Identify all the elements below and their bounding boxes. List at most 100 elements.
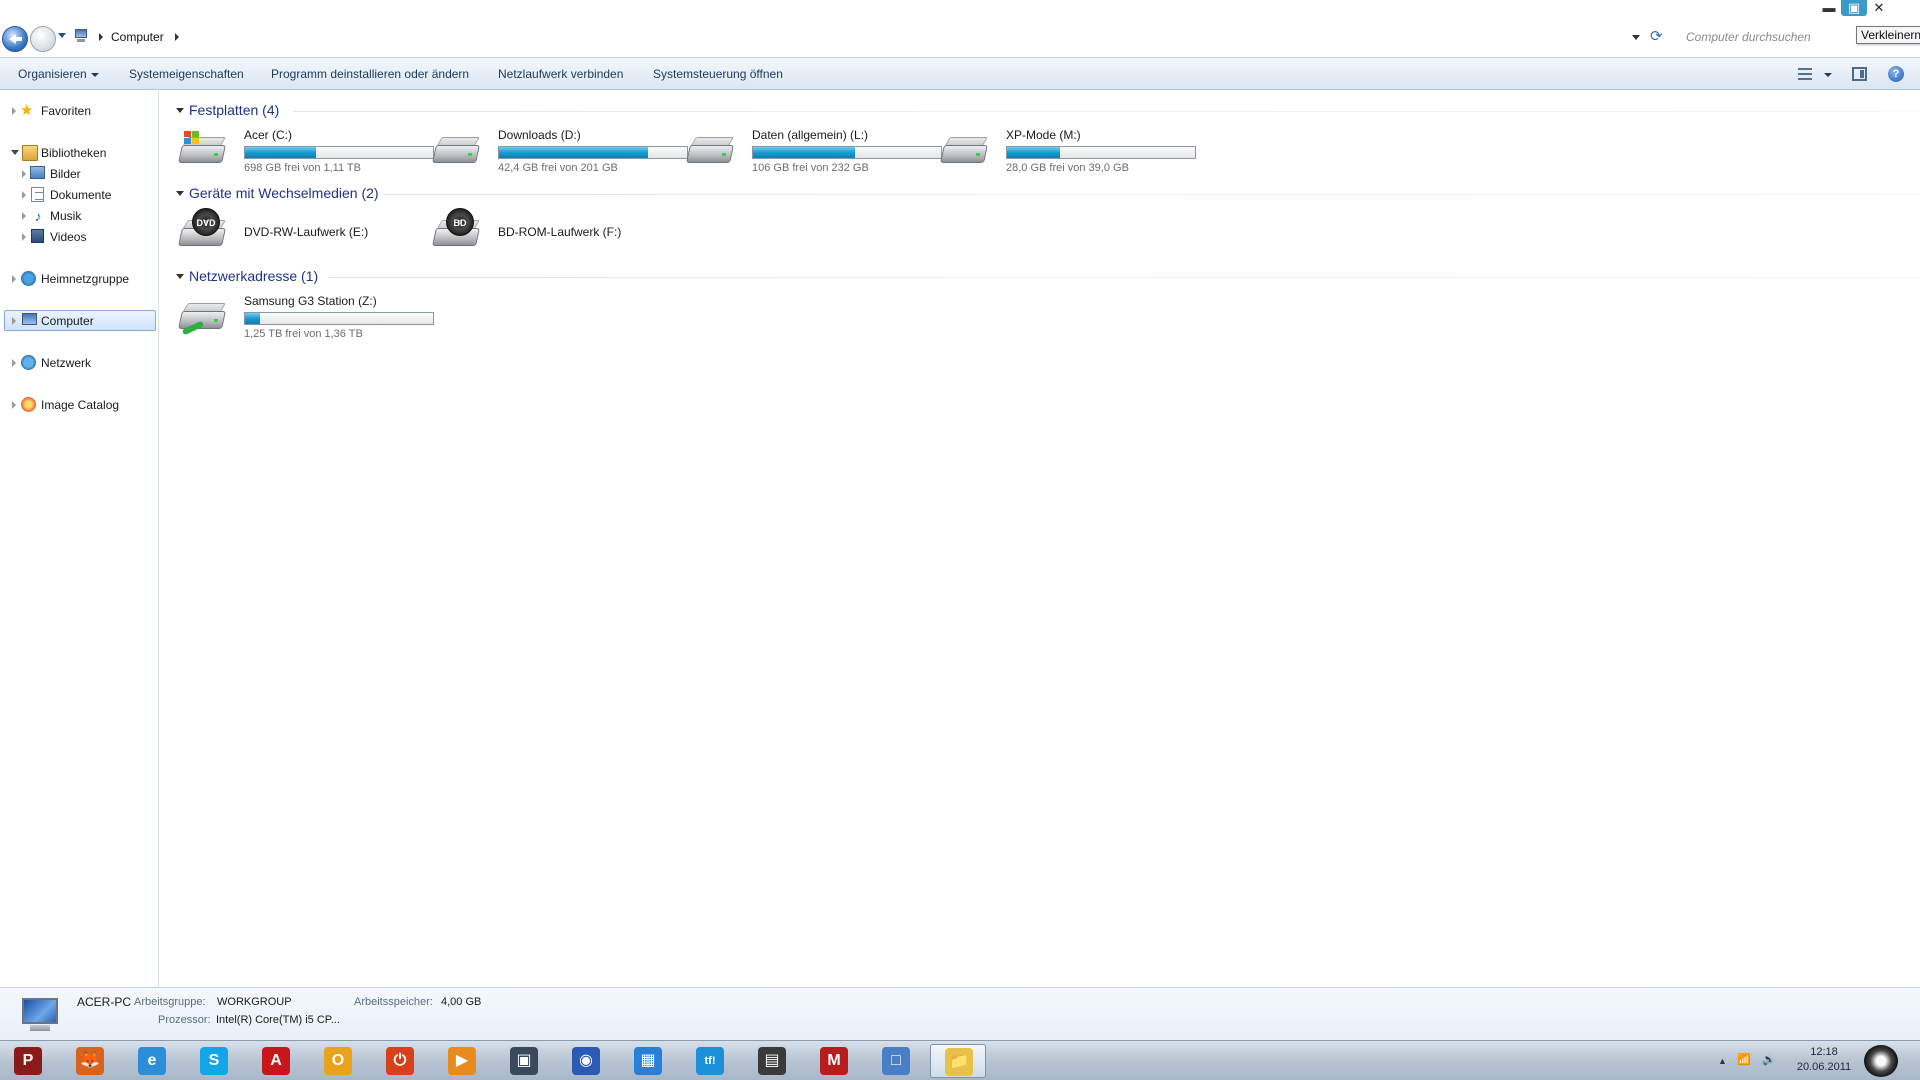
group-title: Netzwerkadresse (1) [189, 268, 319, 284]
recent-pages-dropdown[interactable] [58, 33, 66, 38]
drive-usage-bar [498, 146, 688, 159]
computer-icon [18, 996, 62, 1034]
minimize-button[interactable]: ▬ [1816, 0, 1842, 16]
avira-app[interactable]: A [248, 1044, 304, 1078]
change-view-icon[interactable] [1798, 68, 1812, 80]
drive-c[interactable]: Acer (C:) 698 GB frei von 1,11 TB [174, 123, 434, 179]
network-signal-icon[interactable]: 📶 [1737, 1053, 1751, 1066]
group-header-removable[interactable]: Geräte mit Wechselmedien (2) [168, 183, 1920, 203]
expand-arrow-icon[interactable] [12, 275, 16, 283]
sidebar-item-videos[interactable]: Videos [18, 227, 153, 247]
memory-label: Arbeitsspeicher: [354, 996, 433, 1008]
sidebar-item-bilder[interactable]: Bilder [18, 164, 153, 184]
drive-d[interactable]: Downloads (D:) 42,4 GB frei von 201 GB [428, 123, 688, 179]
system-properties-button[interactable]: Systemeigenschaften [129, 67, 244, 81]
monitor-app[interactable]: ▣ [496, 1044, 552, 1078]
expand-arrow-icon[interactable] [22, 233, 26, 241]
expand-arrow-icon[interactable] [12, 317, 16, 325]
forward-button[interactable] [30, 26, 56, 52]
organize-button[interactable]: Organisieren [18, 67, 87, 81]
pictures-icon [30, 166, 45, 179]
workgroup-value: WORKGROUP [217, 996, 292, 1008]
expand-arrow-icon[interactable] [22, 191, 26, 199]
open-control-panel-button[interactable]: Systemsteuerung öffnen [653, 67, 783, 81]
refresh-icon[interactable]: ⟳ [1650, 29, 1663, 44]
outlook-app[interactable]: O [310, 1044, 366, 1078]
firefox-app[interactable]: 🦊 [62, 1044, 118, 1078]
group-header-network[interactable]: Netzwerkadresse (1) [168, 266, 1920, 286]
drive-name: Daten (allgemein) (L:) [752, 128, 869, 142]
restore-tooltip: Verkleinern [1856, 26, 1920, 44]
close-button[interactable]: ✕ [1866, 0, 1892, 16]
organize-dropdown-icon[interactable] [91, 73, 99, 77]
outlook-icon: O [324, 1047, 352, 1075]
back-button[interactable] [2, 26, 28, 52]
breadcrumb-computer[interactable]: Computer [111, 30, 164, 44]
drive-z-network[interactable]: Samsung G3 Station (Z:) 1,25 TB frei von… [174, 289, 434, 345]
memory-value: 4,00 GB [441, 996, 482, 1008]
collapse-arrow-icon[interactable] [176, 191, 184, 196]
sidebar-item-label: Bilder [50, 167, 81, 181]
group-header-hard-drives[interactable]: Festplatten (4) [168, 100, 1920, 120]
sidebar-item-dokumente[interactable]: Dokumente [18, 185, 153, 205]
collapse-arrow-icon[interactable] [11, 150, 19, 155]
map-network-drive-button[interactable]: Netzlaufwerk verbinden [498, 67, 623, 81]
address-dropdown-icon[interactable] [1632, 35, 1640, 40]
volume-icon[interactable]: 🔊 [1762, 1053, 1776, 1066]
search-input[interactable]: Computer durchsuchen [1680, 26, 1864, 48]
tf-app[interactable]: tf! [682, 1044, 738, 1078]
tray-expand-icon[interactable]: ▲ [1718, 1056, 1727, 1066]
explorer-app[interactable]: 📁 [930, 1044, 986, 1078]
network-icon [21, 355, 36, 370]
show-desktop-button[interactable] [1862, 1043, 1902, 1079]
internet-explorer-app[interactable]: e [124, 1044, 180, 1078]
film-app[interactable]: ▤ [744, 1044, 800, 1078]
expand-arrow-icon[interactable] [12, 359, 16, 367]
cpu-label: Prozessor: [158, 1014, 211, 1026]
sidebar-item-musik[interactable]: ♪ Musik [18, 206, 153, 226]
sidebar-item-heimnetzgruppe[interactable]: Heimnetzgruppe [8, 269, 153, 289]
collapse-arrow-icon[interactable] [176, 108, 184, 113]
expand-arrow-icon[interactable] [12, 107, 16, 115]
explorer-icon: 📁 [945, 1048, 973, 1076]
drive-l[interactable]: Daten (allgemein) (L:) 106 GB frei von 2… [682, 123, 942, 179]
porsche-app[interactable]: P [0, 1044, 56, 1078]
drive-f-bd[interactable]: BD BD-ROM-Laufwerk (F:) [428, 206, 678, 262]
network-app[interactable]: ◉ [558, 1044, 614, 1078]
uninstall-program-button[interactable]: Programm deinstallieren oder ändern [271, 67, 469, 81]
malwarebytes-app[interactable]: M [806, 1044, 862, 1078]
clock-time: 12:18 [1810, 1046, 1838, 1058]
avira-icon: A [262, 1047, 290, 1075]
skype-app[interactable]: S [186, 1044, 242, 1078]
sidebar-item-netzwerk[interactable]: Netzwerk [8, 353, 153, 373]
sidebar-item-image-catalog[interactable]: Image Catalog [8, 395, 153, 415]
preview-pane-icon[interactable] [1852, 67, 1867, 81]
drive-name: BD-ROM-Laufwerk (F:) [498, 225, 622, 239]
windows-app[interactable]: ▦ [620, 1044, 676, 1078]
breadcrumb-chevron-icon[interactable] [175, 33, 179, 41]
power-app[interactable]: ⏻ [372, 1044, 428, 1078]
help-icon[interactable]: ? [1888, 66, 1904, 82]
drive-e-dvd[interactable]: DVD DVD-RW-Laufwerk (E:) [174, 206, 424, 262]
clock[interactable]: 12:18 20.06.2011 [1786, 1045, 1862, 1075]
clock-date: 20.06.2011 [1796, 1061, 1852, 1073]
drive-m[interactable]: XP-Mode (M:) 28,0 GB frei von 39,0 GB [936, 123, 1196, 179]
image-catalog-icon [21, 397, 36, 412]
expand-arrow-icon[interactable] [12, 401, 16, 409]
hard-drive-icon [940, 131, 988, 165]
expand-arrow-icon[interactable] [22, 170, 26, 178]
window-app[interactable]: □ [868, 1044, 924, 1078]
restore-button[interactable]: ▣ [1841, 0, 1867, 16]
media-player-app[interactable]: ▶ [434, 1044, 490, 1078]
sidebar-item-computer[interactable]: Computer [4, 310, 156, 331]
hard-drive-windows-icon [178, 131, 226, 165]
sidebar-item-favoriten[interactable]: ★ Favoriten [8, 101, 153, 121]
sidebar-item-label: Computer [41, 314, 94, 328]
breadcrumb-chevron-icon[interactable] [99, 33, 103, 41]
view-dropdown-icon[interactable] [1824, 73, 1832, 77]
expand-arrow-icon[interactable] [22, 212, 26, 220]
sidebar-item-bibliotheken[interactable]: Bibliotheken [8, 143, 153, 163]
disc-badge: DVD [192, 208, 220, 236]
collapse-arrow-icon[interactable] [176, 274, 184, 279]
libraries-icon [22, 145, 38, 161]
